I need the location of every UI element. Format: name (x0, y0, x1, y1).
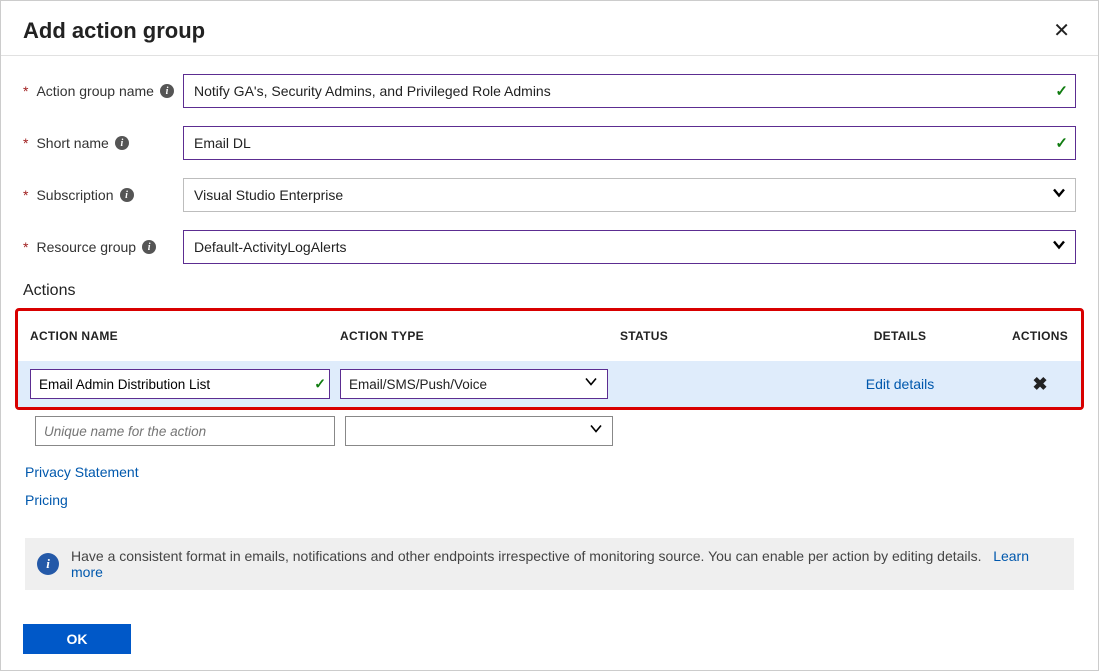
info-icon[interactable]: i (160, 84, 174, 98)
col-header-action-type: ACTION TYPE (340, 329, 620, 343)
label-action-group-name: * Action group name i (23, 83, 183, 99)
short-name-input[interactable] (183, 126, 1076, 160)
info-icon[interactable]: i (115, 136, 129, 150)
row-subscription: * Subscription i Visual Studio Enterpris… (23, 178, 1076, 212)
remove-action-icon[interactable]: ✖ (990, 374, 1090, 395)
close-icon[interactable]: ✕ (1047, 17, 1076, 45)
cell-action-type-blank (345, 416, 613, 446)
action-name-input[interactable] (30, 369, 330, 399)
validation-check-icon: ✓ (314, 376, 326, 393)
col-header-action-name: ACTION NAME (30, 329, 340, 343)
footer: OK (23, 624, 131, 654)
panel-title: Add action group (23, 18, 205, 44)
col-header-status: STATUS (620, 329, 810, 343)
info-bar-text: Have a consistent format in emails, noti… (71, 548, 1062, 580)
actions-table-blank-row (23, 410, 1076, 446)
resource-group-select[interactable]: Default-ActivityLogAlerts (183, 230, 1076, 264)
col-header-details: DETAILS (810, 329, 990, 343)
subscription-value: Visual Studio Enterprise (194, 187, 343, 203)
highlighted-actions-area: ACTION NAME ACTION TYPE STATUS DETAILS A… (15, 308, 1084, 410)
action-type-select[interactable]: Email/SMS/Push/Voice (340, 369, 608, 399)
label-text: Short name (36, 135, 108, 151)
required-marker: * (23, 239, 28, 255)
cell-action-name-blank (35, 416, 345, 446)
info-icon: i (37, 553, 59, 575)
action-type-value: Email/SMS/Push/Voice (349, 377, 487, 392)
label-resource-group: * Resource group i (23, 239, 183, 255)
privacy-statement-link[interactable]: Privacy Statement (25, 464, 139, 480)
actions-section-title: Actions (23, 282, 1076, 300)
row-action-group-name: * Action group name i ✓ (23, 74, 1076, 108)
info-icon[interactable]: i (120, 188, 134, 202)
subscription-select[interactable]: Visual Studio Enterprise (183, 178, 1076, 212)
row-short-name: * Short name i ✓ (23, 126, 1076, 160)
blank-action-type-select[interactable] (345, 416, 613, 446)
label-short-name: * Short name i (23, 135, 183, 151)
label-subscription: * Subscription i (23, 187, 183, 203)
add-action-group-panel: Add action group ✕ * Action group name i… (0, 0, 1099, 671)
required-marker: * (23, 187, 28, 203)
validation-check-icon: ✓ (1055, 82, 1068, 100)
pricing-link[interactable]: Pricing (25, 492, 68, 508)
validation-check-icon: ✓ (1055, 134, 1068, 152)
ok-button[interactable]: OK (23, 624, 131, 654)
label-text: Subscription (36, 187, 113, 203)
actions-table-header: ACTION NAME ACTION TYPE STATUS DETAILS A… (18, 311, 1081, 361)
action-group-name-input[interactable] (183, 74, 1076, 108)
edit-details-link[interactable]: Edit details (810, 376, 990, 392)
form-area: * Action group name i ✓ * Short name i ✓ (1, 56, 1098, 590)
actions-section: Actions ACTION NAME ACTION TYPE STATUS D… (23, 282, 1076, 590)
label-text: Resource group (36, 239, 136, 255)
row-resource-group: * Resource group i Default-ActivityLogAl… (23, 230, 1076, 264)
field-action-group-name: ✓ (183, 74, 1076, 108)
info-icon[interactable]: i (142, 240, 156, 254)
col-header-actions: ACTIONS (990, 329, 1090, 343)
cell-action-name: ✓ (30, 369, 340, 399)
panel-header: Add action group ✕ (1, 1, 1098, 56)
blank-action-name-input[interactable] (35, 416, 335, 446)
actions-table-row: ✓ Email/SMS/Push/Voice Edit details ✖ (18, 361, 1081, 407)
field-short-name: ✓ (183, 126, 1076, 160)
required-marker: * (23, 135, 28, 151)
label-text: Action group name (36, 83, 154, 99)
footer-links: Privacy Statement Pricing (23, 446, 1076, 510)
info-bar-message: Have a consistent format in emails, noti… (71, 548, 982, 564)
resource-group-value: Default-ActivityLogAlerts (194, 239, 347, 255)
cell-action-type: Email/SMS/Push/Voice (340, 369, 608, 399)
info-bar: i Have a consistent format in emails, no… (25, 538, 1074, 590)
field-resource-group: Default-ActivityLogAlerts (183, 230, 1076, 264)
required-marker: * (23, 83, 28, 99)
field-subscription: Visual Studio Enterprise (183, 178, 1076, 212)
